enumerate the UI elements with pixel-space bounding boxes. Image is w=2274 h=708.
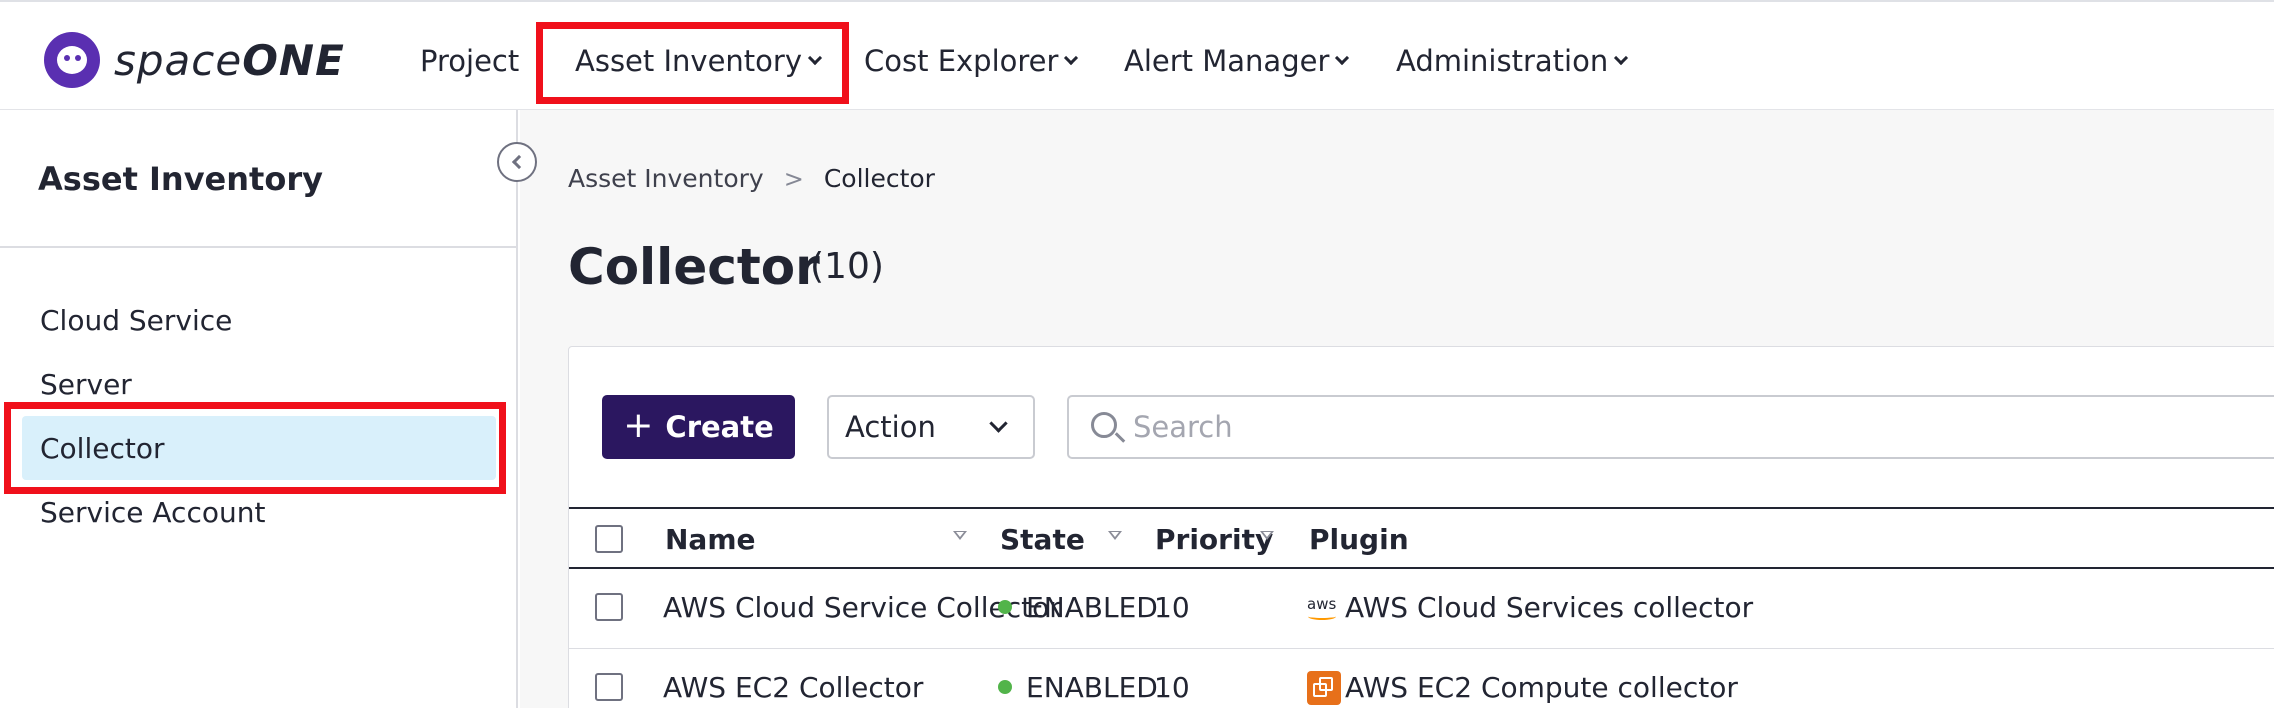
collector-priority: 10 [1154,591,1190,624]
astronaut-logo-icon [44,32,100,88]
chevron-right-icon: > [783,164,804,193]
enabled-status-dot-icon [998,600,1012,614]
main-content: Asset Inventory > Collector Collector (1… [520,110,2274,708]
create-button-label: Create [665,410,774,444]
nav-project-label: Project [420,44,520,78]
create-button[interactable]: + Create [602,395,795,459]
collector-priority: 10 [1154,671,1190,704]
page-title: Collector [568,238,820,296]
collector-name: AWS EC2 Collector [663,671,924,704]
sort-icon[interactable] [1260,531,1274,540]
nav-alert-manager-label: Alert Manager [1124,44,1330,78]
top-navigation-bar: spaceONE Project Asset Inventory Cost Ex… [0,0,2274,110]
chevron-down-icon [1335,50,1350,66]
column-header-name[interactable]: Name [665,523,756,556]
sidebar-title: Asset Inventory [38,160,323,198]
collector-plugin: AWS EC2 Compute collector [1345,671,1738,704]
chevron-left-icon [511,154,527,170]
nav-cost-explorer[interactable]: Cost Explorer [864,39,1079,83]
nav-project[interactable]: Project [420,39,519,83]
plus-icon: + [623,404,654,446]
collector-plugin: AWS Cloud Services collector [1345,591,1754,624]
table-row[interactable]: AWS Cloud Service Collector ENABLED 10 a… [569,569,2274,649]
row-checkbox[interactable] [595,593,623,621]
state-label: ENABLED [1026,591,1158,624]
sort-icon[interactable] [1108,531,1122,540]
breadcrumb: Asset Inventory > Collector [568,164,935,193]
breadcrumb-current: Collector [823,164,935,193]
nav-administration-label: Administration [1396,44,1609,78]
search-box [1067,395,2274,459]
collector-state: ENABLED [998,671,1158,704]
action-dropdown-label: Action [845,410,936,444]
row-checkbox[interactable] [595,673,623,701]
nav-cost-explorer-label: Cost Explorer [864,44,1059,78]
column-header-plugin[interactable]: Plugin [1309,523,1409,556]
sort-icon[interactable] [953,531,967,540]
chevron-down-icon [1614,50,1629,66]
enabled-status-dot-icon [998,680,1012,694]
nav-administration[interactable]: Administration [1396,39,1629,83]
collector-count: (10) [810,246,884,287]
collector-state: ENABLED [998,591,1158,624]
aws-logo-text: aws [1307,595,1337,613]
ec2-compute-icon [1307,671,1341,705]
highlight-box-nav [536,22,849,104]
highlight-box-sidebar [4,402,506,494]
search-icon [1091,412,1117,438]
sidebar-collapse-button[interactable] [497,142,537,182]
select-all-checkbox[interactable] [595,525,623,553]
collector-table-card: + Create Action Name State Priority Plug… [568,346,2274,708]
logo-wordmark: spaceONE [114,35,345,85]
sidebar-item-label: Service Account [40,495,266,529]
spaceone-logo[interactable]: spaceONE [44,30,345,90]
action-dropdown[interactable]: Action [827,395,1035,459]
sidebar-item-label: Server [40,367,132,401]
aws-logo-icon: aws [1305,589,1341,625]
chevron-down-icon [1064,50,1079,66]
table-row[interactable]: AWS EC2 Collector ENABLED 10 AWS EC2 Com… [569,649,2274,708]
nav-alert-manager[interactable]: Alert Manager [1124,39,1350,83]
search-input[interactable] [1133,410,1933,444]
sidebar-item-label: Cloud Service [40,303,233,337]
table-header: Name State Priority Plugin [569,507,2274,569]
breadcrumb-asset-inventory[interactable]: Asset Inventory [568,164,764,193]
column-header-priority[interactable]: Priority [1155,523,1273,556]
chevron-down-icon [989,414,1008,433]
column-header-state[interactable]: State [1000,523,1085,556]
sidebar-divider [0,246,516,248]
sidebar-item-cloud-service[interactable]: Cloud Service [22,288,496,352]
state-label: ENABLED [1026,671,1158,704]
